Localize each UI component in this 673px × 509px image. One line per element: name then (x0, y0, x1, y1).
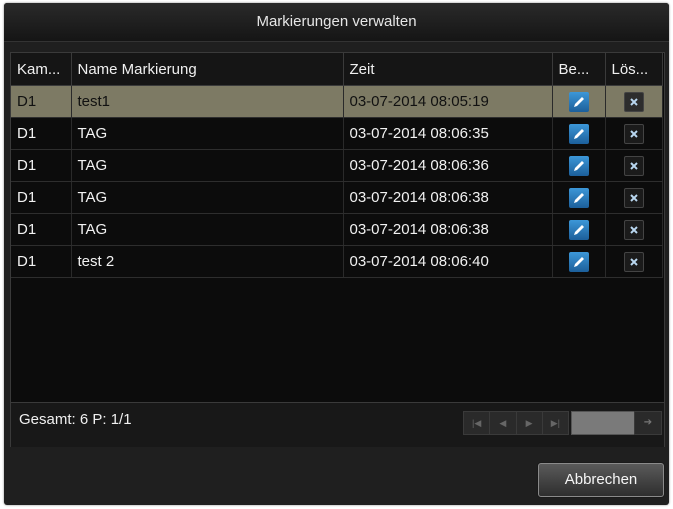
tag-name-cell: test 2 (71, 245, 344, 278)
last-page-icon[interactable]: ▶| (543, 412, 568, 434)
dialog-title: Markierungen verwalten (4, 3, 669, 42)
next-page-icon[interactable]: ▶ (517, 412, 543, 434)
delete-cell (605, 149, 663, 182)
time-cell: 03-07-2014 08:05:19 (343, 85, 553, 118)
tag-name-cell: TAG (71, 149, 344, 182)
table-row[interactable]: D1 TAG 03-07-2014 08:06:38 (11, 181, 663, 214)
page-number-input[interactable] (571, 411, 635, 435)
delete-cell (605, 213, 663, 246)
column-camera[interactable]: Kam... (11, 53, 72, 86)
prev-page-icon[interactable]: ◀ (490, 412, 517, 434)
edit-icon[interactable] (568, 219, 589, 240)
table-header-row: Kam... Name Markierung Zeit Be... Lös... (11, 53, 663, 86)
time-cell: 03-07-2014 08:06:40 (343, 245, 553, 278)
column-delete[interactable]: Lös... (605, 53, 663, 86)
delete-icon[interactable] (623, 91, 644, 112)
camera-cell: D1 (11, 213, 72, 246)
edit-cell (552, 149, 606, 182)
delete-cell (605, 245, 663, 278)
column-tag-name[interactable]: Name Markierung (71, 53, 344, 86)
delete-icon[interactable] (623, 187, 644, 208)
table-row[interactable]: D1 test 2 03-07-2014 08:06:40 (11, 245, 663, 278)
time-cell: 03-07-2014 08:06:36 (343, 149, 553, 182)
camera-cell: D1 (11, 117, 72, 150)
delete-icon[interactable] (623, 155, 644, 176)
edit-icon[interactable] (568, 251, 589, 272)
delete-icon[interactable] (623, 123, 644, 144)
camera-cell: D1 (11, 149, 72, 182)
edit-icon[interactable] (568, 123, 589, 144)
tag-name-cell: TAG (71, 213, 344, 246)
edit-icon[interactable] (568, 187, 589, 208)
go-page-icon[interactable]: ➔ (634, 411, 662, 435)
column-edit[interactable]: Be... (552, 53, 606, 86)
camera-cell: D1 (11, 85, 72, 118)
time-cell: 03-07-2014 08:06:38 (343, 181, 553, 214)
delete-cell (605, 85, 663, 118)
camera-cell: D1 (11, 181, 72, 214)
edit-icon[interactable] (568, 155, 589, 176)
cancel-button[interactable]: Abbrechen (538, 463, 664, 497)
table-row[interactable]: D1 TAG 03-07-2014 08:06:36 (11, 149, 663, 182)
tag-name-cell: TAG (71, 117, 344, 150)
pagination-bar: Gesamt: 6 P: 1/1 |◀ ◀ ▶ ▶| ➔ (11, 402, 664, 447)
pager-controls: |◀ ◀ ▶ ▶| (463, 411, 569, 435)
tag-name-cell: test1 (71, 85, 344, 118)
time-cell: 03-07-2014 08:06:38 (343, 213, 553, 246)
table-row[interactable]: D1 TAG 03-07-2014 08:06:38 (11, 213, 663, 246)
edit-icon[interactable] (568, 91, 589, 112)
delete-icon[interactable] (623, 251, 644, 272)
camera-cell: D1 (11, 245, 72, 278)
time-cell: 03-07-2014 08:06:35 (343, 117, 553, 150)
edit-cell (552, 181, 606, 214)
edit-cell (552, 245, 606, 278)
table-row[interactable]: D1 test1 03-07-2014 08:05:19 (11, 85, 663, 118)
delete-icon[interactable] (623, 219, 644, 240)
first-page-icon[interactable]: |◀ (464, 412, 491, 434)
manage-tags-dialog: Markierungen verwalten Kam... Name Marki… (4, 3, 669, 505)
summary-text: Gesamt: 6 P: 1/1 (19, 411, 132, 428)
tag-name-cell: TAG (71, 181, 344, 214)
edit-cell (552, 117, 606, 150)
column-time[interactable]: Zeit (343, 53, 553, 86)
table-row[interactable]: D1 TAG 03-07-2014 08:06:35 (11, 117, 663, 150)
tags-table: Kam... Name Markierung Zeit Be... Lös...… (11, 53, 663, 278)
delete-cell (605, 181, 663, 214)
tags-panel: Kam... Name Markierung Zeit Be... Lös...… (10, 52, 665, 447)
edit-cell (552, 85, 606, 118)
edit-cell (552, 213, 606, 246)
delete-cell (605, 117, 663, 150)
